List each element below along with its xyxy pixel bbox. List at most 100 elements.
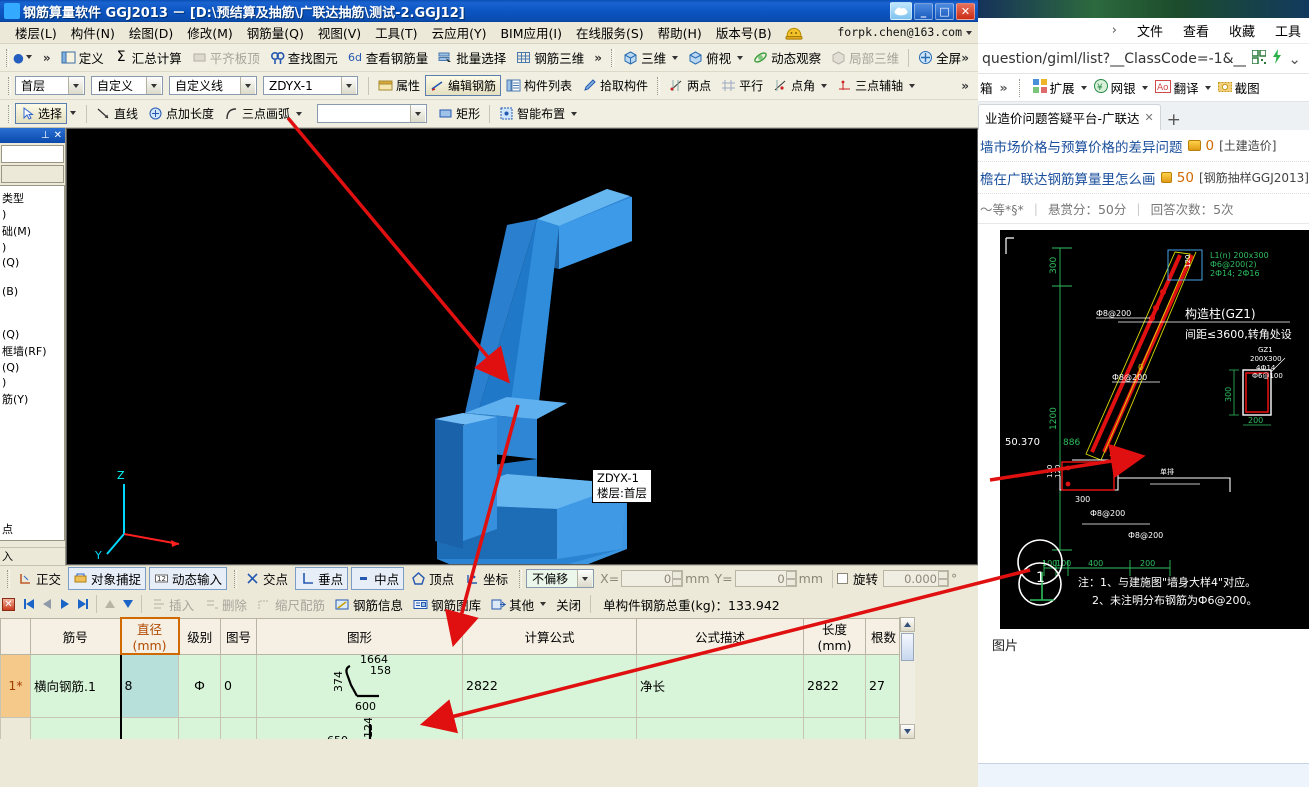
tree-item-3[interactable]: ) [0,240,64,255]
chevron-right-icon[interactable]: › [1112,23,1117,38]
qrcode-icon[interactable] [1251,48,1268,68]
table-row[interactable]: 2 横向钢筋.2 8 Ф 0 650 124 66 840 净长 [0,716,915,739]
chevron-down-icon[interactable] [68,77,83,94]
rebar-library-button[interactable]: 钢筋图库 [408,593,486,616]
module-combo[interactable] [1,145,64,163]
browser-menu-view[interactable]: 查看 [1183,21,1209,40]
tree-item-10[interactable]: 框墙(RF) [0,342,64,360]
tree-item-5[interactable] [0,270,64,284]
rebar-formula-desc-2[interactable]: 净长 [636,716,804,739]
col-select[interactable] [0,617,31,655]
pick-element-button[interactable]: 拾取构件 [577,75,653,96]
grid-vertical-scrollbar[interactable] [899,617,915,739]
menu-item-floor[interactable]: 楼层(L) [8,21,64,44]
toolbar-overflow-mid[interactable]: » [589,51,607,65]
rebar-grade-1[interactable]: Ф [178,653,221,718]
tree-item-4[interactable]: (Q) [0,255,64,270]
toolbar-define[interactable]: 定义 [56,46,109,69]
x-spinner[interactable] [672,571,683,586]
rebar-grid[interactable]: 筋号 直径(mm) 级别 图号 图形 计算公式 公式描述 长度(mm) 根数 搭… [0,617,915,739]
tree-item-line[interactable]: 线(X) NE [0,538,64,540]
rebar-formula-desc-1[interactable]: 净长 [636,653,804,718]
col-rebar-no[interactable]: 筋号 [30,617,121,655]
tree-item-13[interactable]: 筋(Y) [0,390,64,408]
cloud-icon[interactable] [890,2,912,20]
ortho-toggle[interactable]: 正交 [14,568,65,589]
tree-item-8[interactable] [0,313,64,327]
rebar-shape-2[interactable]: 650 124 66 [256,716,463,739]
rebar-formula-1[interactable]: 2822 [462,653,637,718]
tree-item-11[interactable]: (Q) [0,360,64,375]
other-menu-button[interactable]: 其他 [486,593,551,616]
dynamic-input-toggle[interactable]: 12 动态输入 [149,567,228,590]
midpoint-snap[interactable]: 中点 [351,567,405,590]
chevron-down-icon[interactable]: ⌄ [1288,50,1309,68]
last-record-button[interactable] [74,595,92,613]
browser-menu-tools[interactable]: 工具 [1275,21,1301,40]
toolbar-view-rebar-qty[interactable]: 6d 查看钢筋量 [343,46,434,69]
move-up-button[interactable] [101,595,119,613]
property-button[interactable]: 属性 [373,75,425,96]
tree-item-point[interactable]: 点 [0,520,64,538]
menu-item-rebar-qty[interactable]: 钢筋量(Q) [240,21,311,44]
close-editor-button[interactable]: 关闭 [551,593,586,616]
scroll-down-button[interactable] [900,724,915,739]
y-spinner[interactable] [785,571,796,586]
draw-mode-combo[interactable] [317,104,428,123]
first-record-button[interactable] [20,595,38,613]
toolbar-overflow-left[interactable]: » [38,51,56,65]
toolbar-top-view[interactable]: 俯视 [683,46,748,69]
toolbar-3d-view[interactable]: 三维 [618,46,683,69]
rebar-name-1[interactable]: 横向钢筋.1 [30,653,121,718]
rebar-length-1[interactable]: 2822 [803,653,866,718]
rebar-shape-1[interactable]: 1664 158 374 600 [256,653,463,718]
pin-icon[interactable]: ⊥ [41,130,50,141]
smart-layout-button[interactable]: 智能布置 [494,103,582,124]
col-drawing-no[interactable]: 图号 [220,617,257,655]
module-button[interactable] [1,165,64,183]
rebar-drawing-no-2[interactable]: 0 [220,716,257,739]
intersection-snap[interactable]: 交点 [241,568,292,589]
rebar-info-button[interactable]: 钢筋信息 [330,593,408,616]
element-toolbar-overflow[interactable]: » [956,79,974,93]
scroll-thumb[interactable] [901,633,914,661]
edit-rebar-button[interactable]: 编辑钢筋 [425,75,502,96]
tree-item-0[interactable]: 类型 [0,189,64,207]
maximize-button[interactable]: □ [935,2,954,20]
account-dropdown[interactable]: forpk.chen@163.com [837,25,972,39]
menu-item-element[interactable]: 构件(N) [64,21,122,44]
toolbar-find-element[interactable]: 查找图元 [265,46,343,69]
extensions-button[interactable]: 扩展 [1032,78,1087,97]
next-record-button[interactable] [56,595,74,613]
model-viewport[interactable]: Z Y ZDYX-1 楼层:首层 [66,128,978,565]
list-item[interactable]: 墙市场价格与预算价格的差异问题 0 [土建造价] [978,130,1309,162]
browser-menu-favorites[interactable]: 收藏 [1229,21,1255,40]
rebar-grade-2[interactable]: Ф [178,716,221,739]
screenshot-button[interactable]: 截图 [1217,78,1260,97]
rebar-name-2[interactable]: 横向钢筋.2 [30,716,121,739]
browser-menu-file[interactable]: 文件 [1137,21,1163,40]
vertex-snap[interactable]: 顶点 [407,568,458,589]
row-index-1[interactable]: 1* [0,653,31,718]
browser-tools-overflow[interactable]: » [1000,80,1008,95]
floor-combo[interactable]: 首层 [15,76,85,95]
element-list-button[interactable]: 构件列表 [501,75,577,96]
rebar-length-2[interactable]: 840 [803,716,866,739]
rotate-input[interactable]: 0.000 [883,570,950,587]
prev-record-button[interactable] [38,595,56,613]
three-point-axis-button[interactable]: 三点辅轴 [832,75,920,96]
col-grade[interactable]: 级别 [178,617,221,655]
menu-item-bim[interactable]: BIM应用(I) [493,21,569,44]
toolbar-grip-2[interactable] [611,48,615,67]
tree-item-12[interactable]: ) [0,375,64,390]
tree-item-9[interactable]: (Q) [0,327,64,342]
line-tool-button[interactable]: 直线 [91,103,143,124]
menu-item-view[interactable]: 视图(V) [311,21,368,44]
toolbar-overflow-right[interactable]: » [956,51,974,65]
category-combo[interactable]: 自定义 [91,76,163,95]
toolbar-summary-calc[interactable]: Σ 汇总计算 [109,46,187,69]
element-name-combo[interactable]: ZDYX-1 [263,76,358,95]
rebar-count-1[interactable]: 27 [865,653,902,718]
toolbar-batch-select[interactable]: 批量选择 [433,46,511,69]
menu-item-version[interactable]: 版本号(B) [709,21,779,44]
